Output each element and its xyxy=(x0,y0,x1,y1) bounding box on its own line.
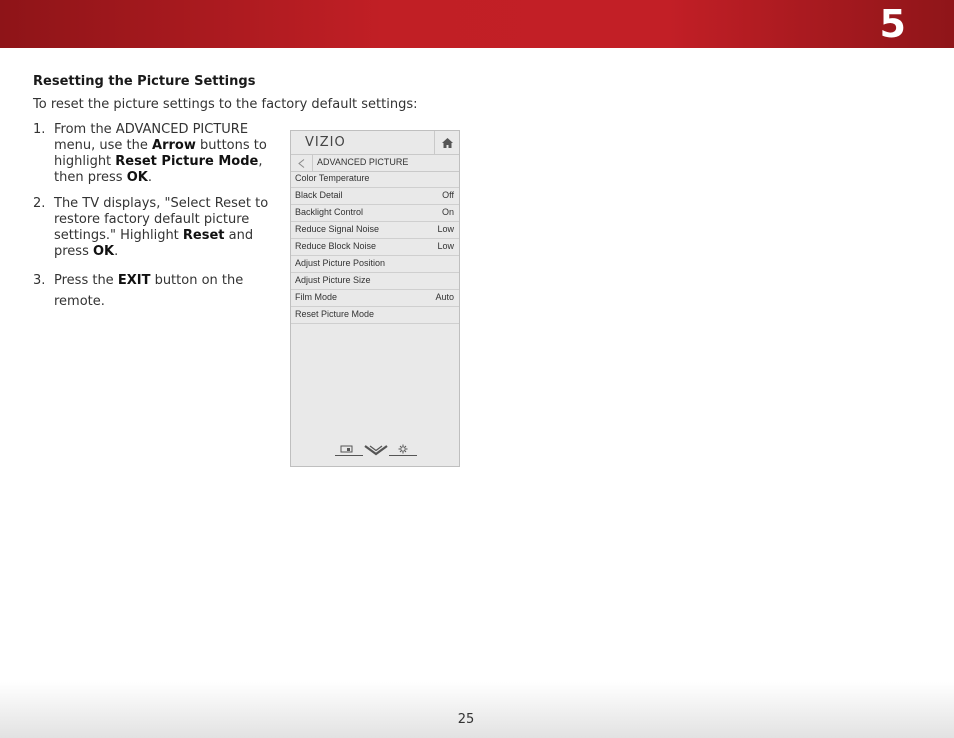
menu-item-label: Reset Picture Mode xyxy=(295,309,375,319)
step-3: 3. Press the EXIT button on the remote. xyxy=(33,270,273,312)
menu-item-value: Low xyxy=(437,224,454,234)
menu-item-film-mode[interactable]: Film Mode Auto xyxy=(291,290,459,307)
menu-item-adjust-picture-size[interactable]: Adjust Picture Size xyxy=(291,273,459,290)
menu-item-value: Low xyxy=(437,241,454,251)
menu-item-label: Backlight Control xyxy=(295,207,364,217)
step-number: 1. xyxy=(33,122,46,137)
menu-item-label: Black Detail xyxy=(295,190,343,200)
page-footer-bar xyxy=(0,682,954,738)
page-header-bar: 5 xyxy=(0,0,954,48)
menu-item-label: Film Mode xyxy=(295,292,338,302)
menu-item-value: Off xyxy=(442,190,454,200)
home-icon[interactable] xyxy=(434,131,459,154)
vizio-v-icon[interactable] xyxy=(364,443,388,462)
menu-item-label: Adjust Picture Position xyxy=(295,258,386,268)
step-bold: Arrow xyxy=(152,138,196,153)
menu-item-reset-picture-mode[interactable]: Reset Picture Mode xyxy=(291,307,459,324)
menu-item-color-temperature[interactable]: Color Temperature xyxy=(291,171,459,188)
step-2: 2. The TV displays, "Select Reset to res… xyxy=(33,196,273,260)
chapter-number: 5 xyxy=(879,2,906,46)
menu-item-backlight-control[interactable]: Backlight Control On xyxy=(291,205,459,222)
menu-item-black-detail[interactable]: Black Detail Off xyxy=(291,188,459,205)
tv-menu-screenshot: VIZIO ADVANCED PICTURE Color Temperature… xyxy=(290,130,460,467)
step-bold: OK xyxy=(93,244,115,259)
page-number: 25 xyxy=(457,712,475,727)
menu-item-value: Auto xyxy=(435,292,454,302)
tv-bottom-bar xyxy=(291,443,459,461)
step-bold: EXIT xyxy=(117,273,151,288)
menu-item-adjust-picture-position[interactable]: Adjust Picture Position xyxy=(291,256,459,273)
back-arrow-icon[interactable] xyxy=(291,155,313,171)
step-1: 1. From the ADVANCED PICTURE menu, use t… xyxy=(33,122,273,186)
vizio-logo: VIZIO xyxy=(305,135,346,150)
settings-gear-icon[interactable] xyxy=(389,443,417,462)
menu-item-reduce-signal-noise[interactable]: Reduce Signal Noise Low xyxy=(291,222,459,239)
tv-breadcrumb: ADVANCED PICTURE xyxy=(291,155,459,172)
menu-item-reduce-block-noise[interactable]: Reduce Block Noise Low xyxy=(291,239,459,256)
step-text: Press the xyxy=(54,273,118,288)
input-icon[interactable] xyxy=(335,443,363,462)
tv-menu-list: Color Temperature Black Detail Off Backli… xyxy=(291,171,459,324)
tv-menu-header: VIZIO xyxy=(291,131,459,155)
menu-item-value: On xyxy=(441,207,454,217)
step-number: 3. xyxy=(33,273,46,288)
step-bold: Reset xyxy=(182,228,225,243)
menu-item-label: Reduce Block Noise xyxy=(295,241,377,251)
menu-item-label: Reduce Signal Noise xyxy=(295,224,380,234)
intro-text: To reset the picture settings to the fac… xyxy=(33,97,418,112)
menu-item-label: Adjust Picture Size xyxy=(295,275,371,285)
step-text: . xyxy=(147,170,152,185)
step-bold: Reset Picture Mode xyxy=(115,154,259,169)
step-bold: OK xyxy=(126,170,148,185)
step-text: . xyxy=(114,244,119,259)
steps-list: 1. From the ADVANCED PICTURE menu, use t… xyxy=(33,122,273,322)
menu-item-label: Color Temperature xyxy=(295,173,370,183)
step-number: 2. xyxy=(33,196,46,211)
section-title: Resetting the Picture Settings xyxy=(33,74,256,89)
breadcrumb-label: ADVANCED PICTURE xyxy=(317,157,409,167)
